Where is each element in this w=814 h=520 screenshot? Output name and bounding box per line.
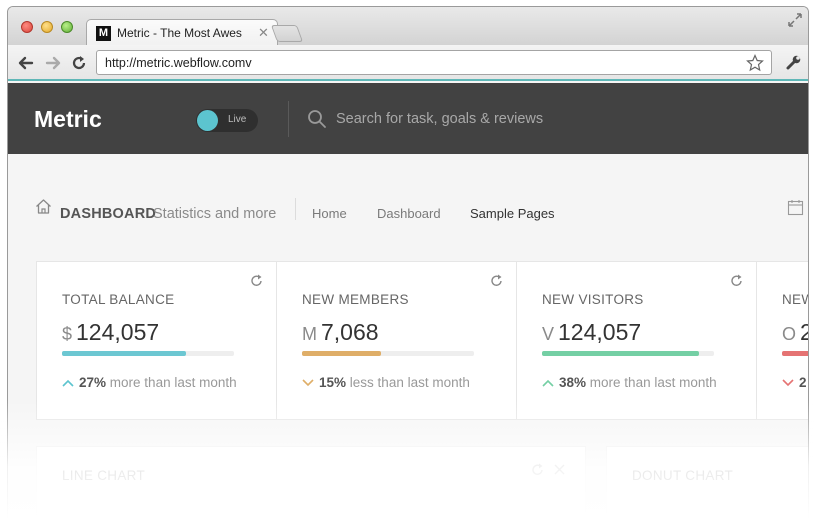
app-header: Metric Live — [8, 83, 808, 154]
forward-arrow-icon[interactable] — [44, 54, 62, 72]
stat-value-row: $124,057 — [62, 319, 159, 346]
stat-prefix: $ — [62, 324, 73, 344]
progress-fill — [542, 351, 699, 356]
browser-toolbar: http://metric.webflow.comv — [8, 45, 808, 81]
progress-bar — [62, 351, 234, 356]
stats-row: TOTAL BALANCE $124,057 27% more than las… — [36, 261, 808, 420]
trend-text: more than last month — [589, 375, 717, 390]
close-icon[interactable] — [553, 463, 566, 476]
trend-percent: 38% — [559, 375, 587, 390]
page-title: DASHBOARD — [60, 206, 157, 222]
toggle-knob — [197, 110, 218, 131]
bookmark-star-icon[interactable] — [746, 54, 764, 72]
refresh-icon[interactable] — [490, 274, 503, 287]
address-bar[interactable]: http://metric.webflow.comv — [96, 50, 772, 75]
stat-value: 7,068 — [321, 319, 379, 345]
stat-prefix: M — [302, 324, 317, 344]
breadcrumb-divider — [295, 198, 296, 220]
trend-down-icon — [782, 379, 794, 387]
stat-prefix: V — [542, 324, 555, 344]
refresh-icon[interactable] — [730, 274, 743, 287]
trend-percent: 2 — [799, 375, 807, 390]
trend-text: less than last month — [349, 375, 470, 390]
favicon-icon: M — [96, 26, 111, 41]
stat-card-new-visitors: NEW VISITORS V 124,057 38% more than last… — [517, 262, 757, 419]
header-divider — [288, 101, 289, 137]
trend-row: 27% more than last month — [62, 375, 237, 390]
stat-value: 2 — [800, 319, 808, 345]
breadcrumb-dashboard[interactable]: Dashboard — [377, 206, 441, 221]
progress-bar — [542, 351, 714, 356]
progress-bar — [782, 351, 808, 356]
trend-down-icon — [302, 379, 314, 387]
trend-up-icon — [62, 380, 74, 388]
stat-title: NEW — [782, 292, 808, 307]
breadcrumb-home[interactable]: Home — [312, 206, 347, 221]
breadcrumb-sample-pages[interactable]: Sample Pages — [470, 206, 555, 221]
progress-fill — [62, 351, 186, 356]
trend-row: 2 — [782, 375, 807, 390]
browser-tab[interactable]: M Metric - The Most Awes ✕ — [86, 19, 278, 46]
trend-percent: 27% — [79, 375, 107, 390]
stat-card-total-balance: TOTAL BALANCE $124,057 27% more than las… — [37, 262, 277, 419]
browser-titlebar: M Metric - The Most Awes ✕ — [8, 7, 808, 46]
back-arrow-icon[interactable] — [17, 54, 35, 72]
stat-value: 124,057 — [76, 319, 160, 345]
zoom-window-button[interactable] — [61, 21, 73, 33]
trend-row: 38% more than last month — [542, 375, 717, 390]
stat-card-new-members: NEW MEMBERS M 7,068 15% less than last mo… — [277, 262, 517, 419]
reload-icon[interactable] — [70, 54, 88, 72]
home-icon — [36, 199, 51, 214]
calendar-icon[interactable] — [787, 199, 804, 216]
live-toggle[interactable]: Live — [196, 109, 258, 132]
dashboard-page: DASHBOARD Statistics and more Home Dashb… — [8, 154, 808, 520]
tab-title: Metric - The Most Awes — [117, 26, 242, 40]
stat-value-row: M 7,068 — [302, 319, 379, 346]
stat-title: NEW MEMBERS — [302, 292, 409, 307]
panel-title: LINE CHART — [62, 468, 146, 483]
trend-text: more than last month — [109, 375, 237, 390]
trend-row: 15% less than last month — [302, 375, 470, 390]
brand-logo[interactable]: Metric — [34, 106, 102, 133]
stat-prefix: O — [782, 324, 797, 344]
line-chart-panel: LINE CHART — [36, 446, 586, 520]
refresh-icon[interactable] — [250, 274, 263, 287]
new-tab-button[interactable] — [270, 25, 304, 42]
stat-card-partial: NEW O2 2 — [757, 262, 808, 419]
donut-chart-panel: DONUT CHART — [606, 446, 808, 520]
panel-title: DONUT CHART — [632, 468, 734, 483]
stat-value-row: O2 — [782, 319, 808, 346]
stat-title: TOTAL BALANCE — [62, 292, 175, 307]
refresh-icon[interactable] — [531, 463, 544, 476]
progress-bar — [302, 351, 474, 356]
page-subtitle: Statistics and more — [153, 206, 277, 222]
stat-value: 124,057 — [558, 319, 642, 345]
tab-close-icon[interactable]: ✕ — [258, 25, 269, 41]
minimize-window-button[interactable] — [41, 21, 53, 33]
wrench-icon[interactable] — [785, 54, 802, 71]
stat-title: NEW VISITORS — [542, 292, 644, 307]
trend-percent: 15% — [319, 375, 347, 390]
progress-fill — [302, 351, 382, 356]
progress-fill — [782, 351, 808, 356]
toggle-label: Live — [228, 114, 247, 125]
search-input[interactable] — [336, 107, 636, 131]
browser-window: M Metric - The Most Awes ✕ http://metric… — [7, 6, 809, 520]
stat-value-row: V 124,057 — [542, 319, 641, 346]
close-window-button[interactable] — [21, 21, 33, 33]
search-icon — [308, 110, 326, 128]
url-text: http://metric.webflow.comv — [105, 56, 252, 70]
trend-up-icon — [542, 380, 554, 388]
fullscreen-icon[interactable] — [788, 13, 802, 27]
